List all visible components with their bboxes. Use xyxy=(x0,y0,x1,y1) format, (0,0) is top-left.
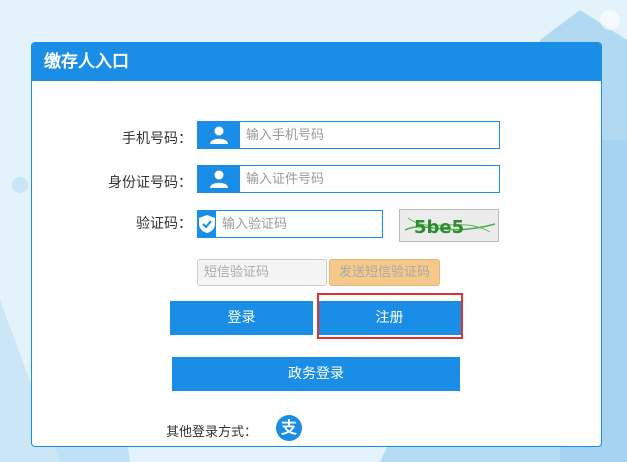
gov-login-button[interactable]: 政务登录 xyxy=(172,357,460,391)
id-number-label: 身份证号码： xyxy=(108,175,192,191)
shield-check-icon xyxy=(198,211,216,237)
alipay-icon[interactable]: 支 xyxy=(276,415,302,441)
captcha-label: 验证码： xyxy=(136,216,192,232)
login-button[interactable]: 登录 xyxy=(170,301,313,335)
user-icon xyxy=(198,122,240,148)
id-number-field xyxy=(197,165,500,193)
phone-field xyxy=(197,121,500,149)
login-panel: 缴存人入口 手机号码： 身份证号码： 验证码： 5be5 短信验证码 发送短信验… xyxy=(31,42,602,447)
other-login-label: 其他登录方式： xyxy=(166,425,258,440)
captcha-input[interactable] xyxy=(216,211,394,237)
captcha-image[interactable]: 5be5 xyxy=(399,209,499,242)
user-icon xyxy=(198,166,240,192)
phone-label: 手机号码： xyxy=(122,131,192,147)
captcha-field xyxy=(197,210,394,238)
id-number-input[interactable] xyxy=(240,166,499,192)
captcha-graphic: 5be5 xyxy=(404,217,496,238)
phone-input[interactable] xyxy=(240,122,499,148)
sms-code-input[interactable]: 短信验证码 xyxy=(197,259,327,286)
captcha-text: 5be5 xyxy=(414,217,464,238)
register-button[interactable]: 注册 xyxy=(318,301,461,335)
send-sms-button[interactable]: 发送短信验证码 xyxy=(329,259,440,286)
panel-title: 缴存人入口 xyxy=(32,43,601,81)
